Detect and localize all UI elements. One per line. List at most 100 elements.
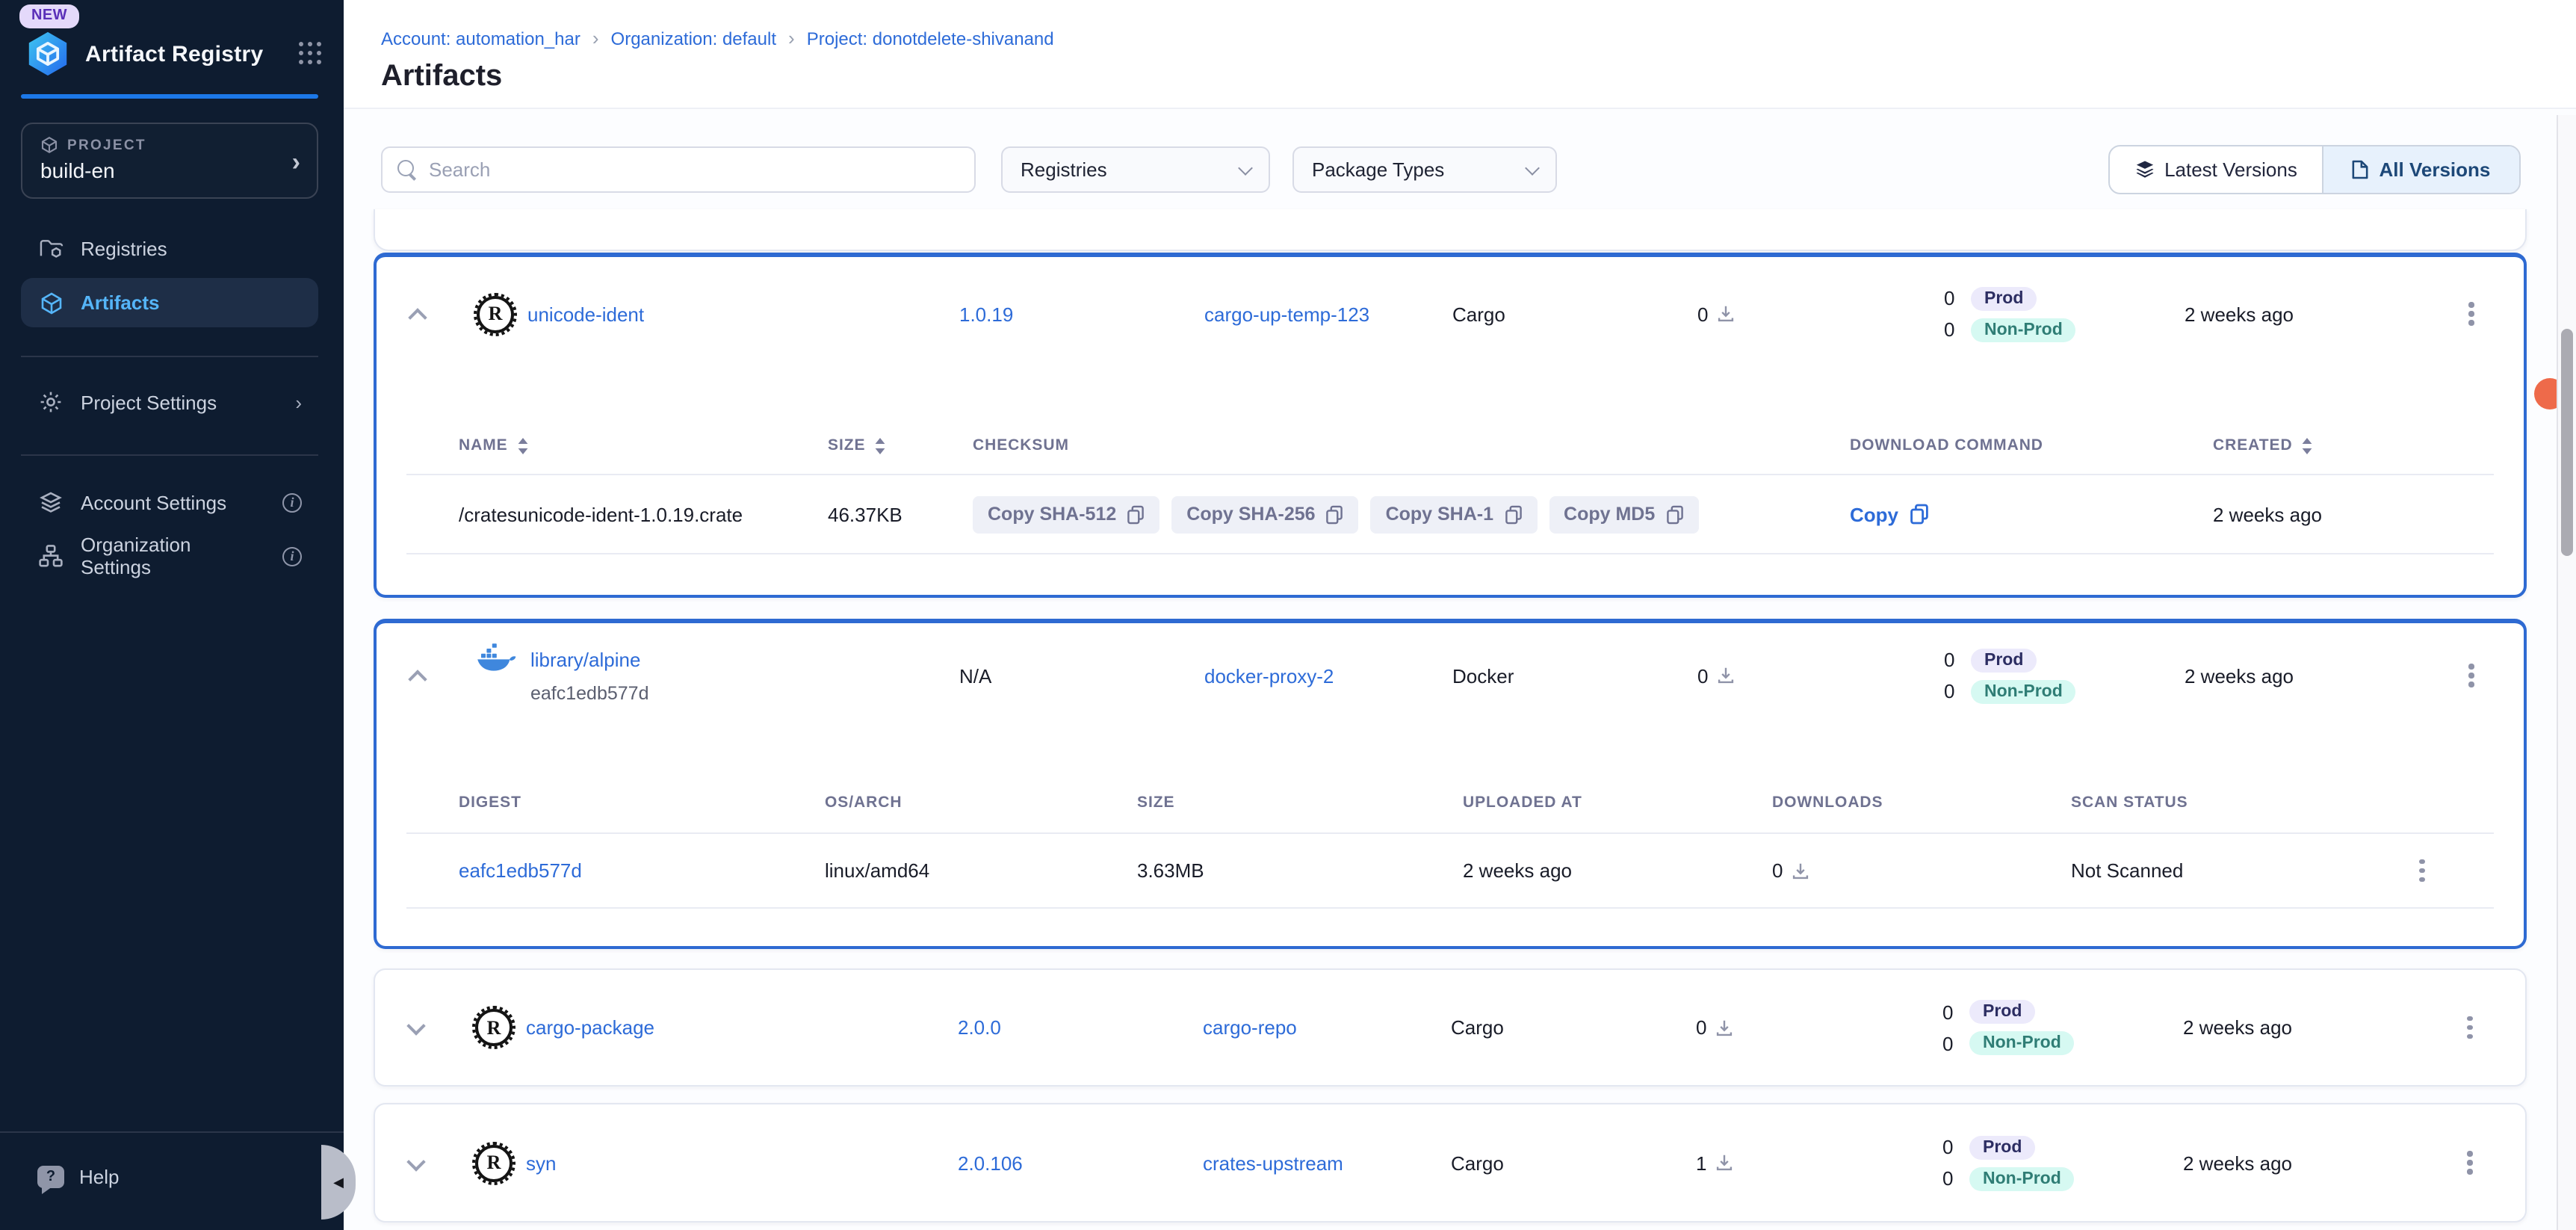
org-chart-gear-icon: [37, 544, 64, 568]
cargo-rust-logo-icon: R: [475, 1009, 513, 1046]
prod-count: 0: [1944, 287, 1971, 309]
column-header: CHECKSUM: [973, 436, 1069, 454]
chip-label: Copy SHA-1: [1386, 504, 1493, 525]
expand-row-chevron-down-icon[interactable]: [406, 1152, 424, 1170]
artifact-repository-link[interactable]: cargo-up-temp-123: [1204, 303, 1452, 325]
prod-badge: Prod: [1971, 286, 2037, 310]
sort-icon[interactable]: [517, 437, 529, 454]
copy-sha256-button[interactable]: Copy SHA-256: [1171, 495, 1358, 533]
column-header[interactable]: NAME: [459, 436, 508, 454]
info-icon[interactable]: i: [282, 492, 302, 512]
artifact-row: R unicode-ident 1.0.19 cargo-up-temp-123…: [377, 257, 2524, 371]
help-label: Help: [79, 1166, 120, 1188]
prod-badge: Prod: [1971, 648, 2037, 672]
table-divider: [406, 553, 2494, 554]
copy-sha512-button[interactable]: Copy SHA-512: [973, 495, 1159, 533]
artifact-version-link[interactable]: 2.0.0: [958, 1016, 1203, 1039]
artifact-row: library/alpine eafc1edb577d N/A docker-p…: [377, 623, 2524, 728]
artifact-card-library-alpine: library/alpine eafc1edb577d N/A docker-p…: [374, 619, 2527, 949]
non-prod-badge: Non-Prod: [1971, 318, 2076, 342]
os-arch: linux/amd64: [825, 859, 1137, 882]
prod-badge: Prod: [1969, 1000, 2035, 1024]
artifact-repository-link[interactable]: docker-proxy-2: [1204, 664, 1452, 687]
registries-folder-icon: [37, 237, 64, 259]
copy-icon: [1127, 504, 1145, 524]
downloads-count: 0: [1697, 664, 1708, 687]
copy-icon: [1909, 504, 1928, 525]
copy-sha1-button[interactable]: Copy SHA-1: [1371, 495, 1537, 533]
artifact-name-link[interactable]: unicode-ident: [527, 303, 644, 325]
cargo-rust-logo-icon: R: [475, 1144, 513, 1181]
new-badge: NEW: [19, 4, 79, 28]
column-header[interactable]: SIZE: [828, 436, 865, 454]
digest-link[interactable]: eafc1edb577d: [459, 859, 825, 882]
row-menu-kebab-icon[interactable]: [2406, 854, 2439, 887]
file-size: 46.37KB: [828, 503, 973, 525]
copy-download-command-button[interactable]: Copy: [1850, 503, 2213, 525]
project-name: build-en: [40, 158, 299, 182]
artifact-card-unicode-ident: R unicode-ident 1.0.19 cargo-up-temp-123…: [374, 253, 2527, 598]
sort-icon[interactable]: [874, 437, 886, 454]
artifact-version-link[interactable]: 1.0.19: [959, 303, 1204, 325]
prod-count: 0: [1942, 1001, 1969, 1023]
sidebar-item-project-settings[interactable]: Project Settings ›: [21, 378, 318, 426]
copy-icon: [1665, 504, 1683, 524]
sidebar-item-registries[interactable]: Registries: [21, 224, 318, 272]
artifacts-cube-icon: [37, 291, 64, 315]
prod-badge: Prod: [1969, 1135, 2035, 1159]
artifact-name-link[interactable]: cargo-package: [526, 1016, 654, 1039]
sort-icon[interactable]: [2302, 437, 2314, 454]
file-row: /cratesunicode-ident-1.0.19.crate 46.37K…: [377, 475, 2524, 553]
sidebar-item-account-settings[interactable]: Account Settings i: [21, 478, 318, 526]
app-switcher-grid-icon[interactable]: [299, 42, 323, 66]
column-header: SCAN STATUS: [2071, 794, 2188, 812]
artifact-repository-link[interactable]: crates-upstream: [1203, 1152, 1451, 1174]
prod-count: 0: [1942, 1136, 1969, 1158]
column-header: DOWNLOADS: [1772, 794, 1883, 812]
sidebar-item-organization-settings[interactable]: Organization Settings i: [21, 532, 318, 580]
package-type: Cargo: [1452, 303, 1697, 325]
sidebar-item-label: Project Settings: [81, 391, 217, 413]
chip-label: Copy SHA-512: [988, 504, 1116, 525]
package-type: Cargo: [1451, 1016, 1696, 1039]
project-cube-icon: [40, 136, 58, 154]
collapse-row-chevron-up-icon[interactable]: [407, 308, 426, 327]
non-prod-count: 0: [1942, 1032, 1969, 1054]
downloads-count: 0: [1697, 303, 1708, 325]
app-window: NEW Artifact Registry PROJECT build-en ›: [0, 0, 2576, 1230]
sidebar-divider: [21, 356, 318, 357]
row-menu-kebab-icon[interactable]: [2453, 1011, 2486, 1044]
chevron-right-icon: ›: [295, 391, 302, 413]
help-button[interactable]: ? Help: [37, 1166, 120, 1188]
download-icon: [1715, 1154, 1733, 1172]
copy-label: Copy: [1850, 503, 1898, 525]
download-icon: [1792, 862, 1809, 880]
project-selector[interactable]: PROJECT build-en ›: [21, 123, 318, 199]
layers-gear-icon: [37, 490, 64, 514]
row-menu-kebab-icon[interactable]: [2455, 297, 2488, 330]
sidebar-divider: [21, 454, 318, 456]
non-prod-badge: Non-Prod: [1971, 679, 2076, 703]
collapse-row-chevron-up-icon[interactable]: [407, 670, 426, 688]
versions-table-header: DIGEST OS/ARCH SIZE UPLOADED AT DOWNLOAD…: [377, 728, 2524, 832]
artifact-name-link[interactable]: syn: [526, 1152, 556, 1174]
project-label: PROJECT: [67, 137, 146, 153]
row-menu-kebab-icon[interactable]: [2453, 1146, 2486, 1179]
scrollbar-thumb[interactable]: [2560, 329, 2572, 556]
non-prod-count: 0: [1944, 680, 1971, 702]
expand-row-chevron-down-icon[interactable]: [406, 1016, 424, 1035]
info-icon[interactable]: i: [282, 546, 302, 566]
artifact-repository-link[interactable]: cargo-repo: [1203, 1016, 1451, 1039]
sidebar-item-artifacts[interactable]: Artifacts: [21, 278, 318, 327]
column-header[interactable]: CREATED: [2213, 436, 2293, 454]
table-divider: [406, 907, 2494, 909]
artifact-version-link[interactable]: 2.0.106: [958, 1152, 1203, 1174]
copy-md5-button[interactable]: Copy MD5: [1549, 495, 1698, 533]
artifact-name-link[interactable]: library/alpine: [530, 649, 640, 671]
docker-whale-icon: [477, 643, 517, 673]
row-menu-kebab-icon[interactable]: [2455, 659, 2488, 692]
scrollbar-track[interactable]: [2557, 115, 2576, 1230]
non-prod-count: 0: [1944, 318, 1971, 341]
file-created: 2 weeks ago: [2213, 503, 2524, 525]
column-header: DIGEST: [459, 794, 521, 812]
